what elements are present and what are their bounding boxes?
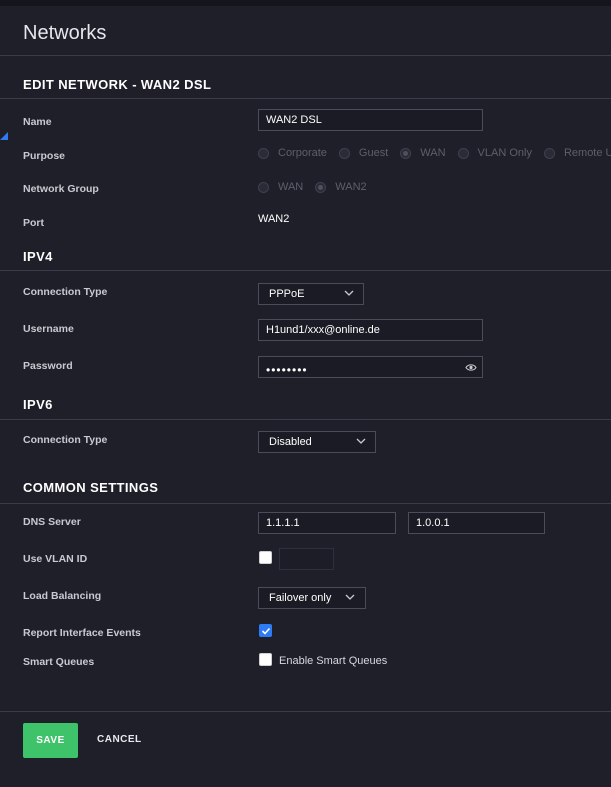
vlan-id-input[interactable] [279, 548, 334, 570]
purpose-option-vlan-only[interactable]: VLAN Only [457, 147, 532, 159]
select-value: Failover only [269, 592, 332, 604]
chevron-down-icon [345, 594, 355, 600]
report-interface-events-checkbox[interactable] [259, 624, 272, 637]
section-title-ipv4: IPV4 [23, 249, 53, 264]
smart-queues-checkbox[interactable] [259, 653, 272, 666]
purpose-option-guest[interactable]: Guest [338, 147, 389, 159]
radio-icon [258, 181, 269, 193]
smart-queues-label: Smart Queues [23, 656, 95, 668]
radio-icon [543, 147, 555, 159]
username-input[interactable]: H1und1/xxx@online.de [258, 319, 483, 341]
radio-icon [258, 147, 269, 159]
ipv6-connection-type-label: Connection Type [23, 434, 108, 446]
network-group-label: Network Group [23, 183, 99, 195]
select-value: PPPoE [269, 288, 305, 300]
radio-icon [457, 147, 469, 159]
ipv6-connection-type-select[interactable]: Disabled [258, 431, 376, 453]
radio-label: Remote U [563, 147, 611, 159]
radio-icon [338, 147, 350, 159]
save-button[interactable]: SAVE [23, 723, 78, 758]
section-title-common-settings: COMMON SETTINGS [23, 480, 159, 495]
radio-checked-icon [400, 147, 412, 159]
dns-server-label: DNS Server [23, 516, 81, 528]
password-label: Password [23, 360, 73, 372]
purpose-option-wan[interactable]: WAN [400, 147, 446, 159]
use-vlan-id-checkbox[interactable] [259, 551, 272, 564]
corner-marker-icon [0, 132, 8, 140]
name-label: Name [23, 116, 52, 128]
report-interface-events-label: Report Interface Events [23, 627, 141, 639]
purpose-label: Purpose [23, 150, 66, 162]
load-balancing-label: Load Balancing [23, 590, 102, 602]
section-divider [0, 98, 611, 99]
top-bar [0, 0, 611, 6]
radio-label: WAN [420, 147, 446, 159]
radio-label: VLAN Only [477, 147, 532, 159]
radio-checked-icon [315, 181, 327, 193]
section-divider [0, 419, 611, 420]
radio-label: WAN [278, 181, 304, 193]
radio-label: WAN2 [335, 181, 367, 193]
password-mask: •••••••• [266, 363, 308, 377]
page-title: Networks [23, 22, 107, 44]
network-group-option-wan[interactable]: WAN [258, 181, 303, 193]
select-value: Disabled [269, 436, 312, 448]
title-divider [0, 55, 611, 56]
purpose-option-remote[interactable]: Remote U [543, 147, 611, 159]
name-input[interactable]: WAN2 DSL [258, 109, 483, 131]
password-input[interactable]: •••••••• [258, 356, 483, 378]
enable-smart-queues-label: Enable Smart Queues [279, 655, 388, 667]
cancel-button[interactable]: CANCEL [97, 734, 142, 745]
purpose-radio-group: Corporate Guest WAN VLAN Only Remote U [258, 147, 611, 159]
section-title-edit-network: EDIT NETWORK - WAN2 DSL [23, 77, 212, 92]
network-group-radio-group: WAN WAN2 [258, 181, 379, 193]
eye-icon[interactable] [465, 363, 477, 372]
username-label: Username [23, 323, 74, 335]
section-divider [0, 270, 611, 271]
section-divider [0, 503, 611, 504]
footer-divider [0, 711, 611, 712]
load-balancing-select[interactable]: Failover only [258, 587, 366, 609]
chevron-down-icon [344, 290, 354, 296]
use-vlan-id-label: Use VLAN ID [23, 553, 88, 565]
dns-secondary-input[interactable]: 1.0.0.1 [408, 512, 545, 534]
radio-label: Corporate [278, 147, 327, 159]
network-group-option-wan2[interactable]: WAN2 [315, 181, 367, 193]
port-value: WAN2 [258, 213, 290, 225]
check-icon [261, 627, 271, 635]
dns-primary-input[interactable]: 1.1.1.1 [258, 512, 396, 534]
radio-label: Guest [358, 147, 389, 159]
ipv4-connection-type-select[interactable]: PPPoE [258, 283, 364, 305]
purpose-option-corporate[interactable]: Corporate [258, 147, 327, 159]
ipv4-connection-type-label: Connection Type [23, 286, 108, 298]
port-label: Port [23, 217, 44, 229]
section-title-ipv6: IPV6 [23, 397, 53, 412]
chevron-down-icon [356, 438, 366, 444]
